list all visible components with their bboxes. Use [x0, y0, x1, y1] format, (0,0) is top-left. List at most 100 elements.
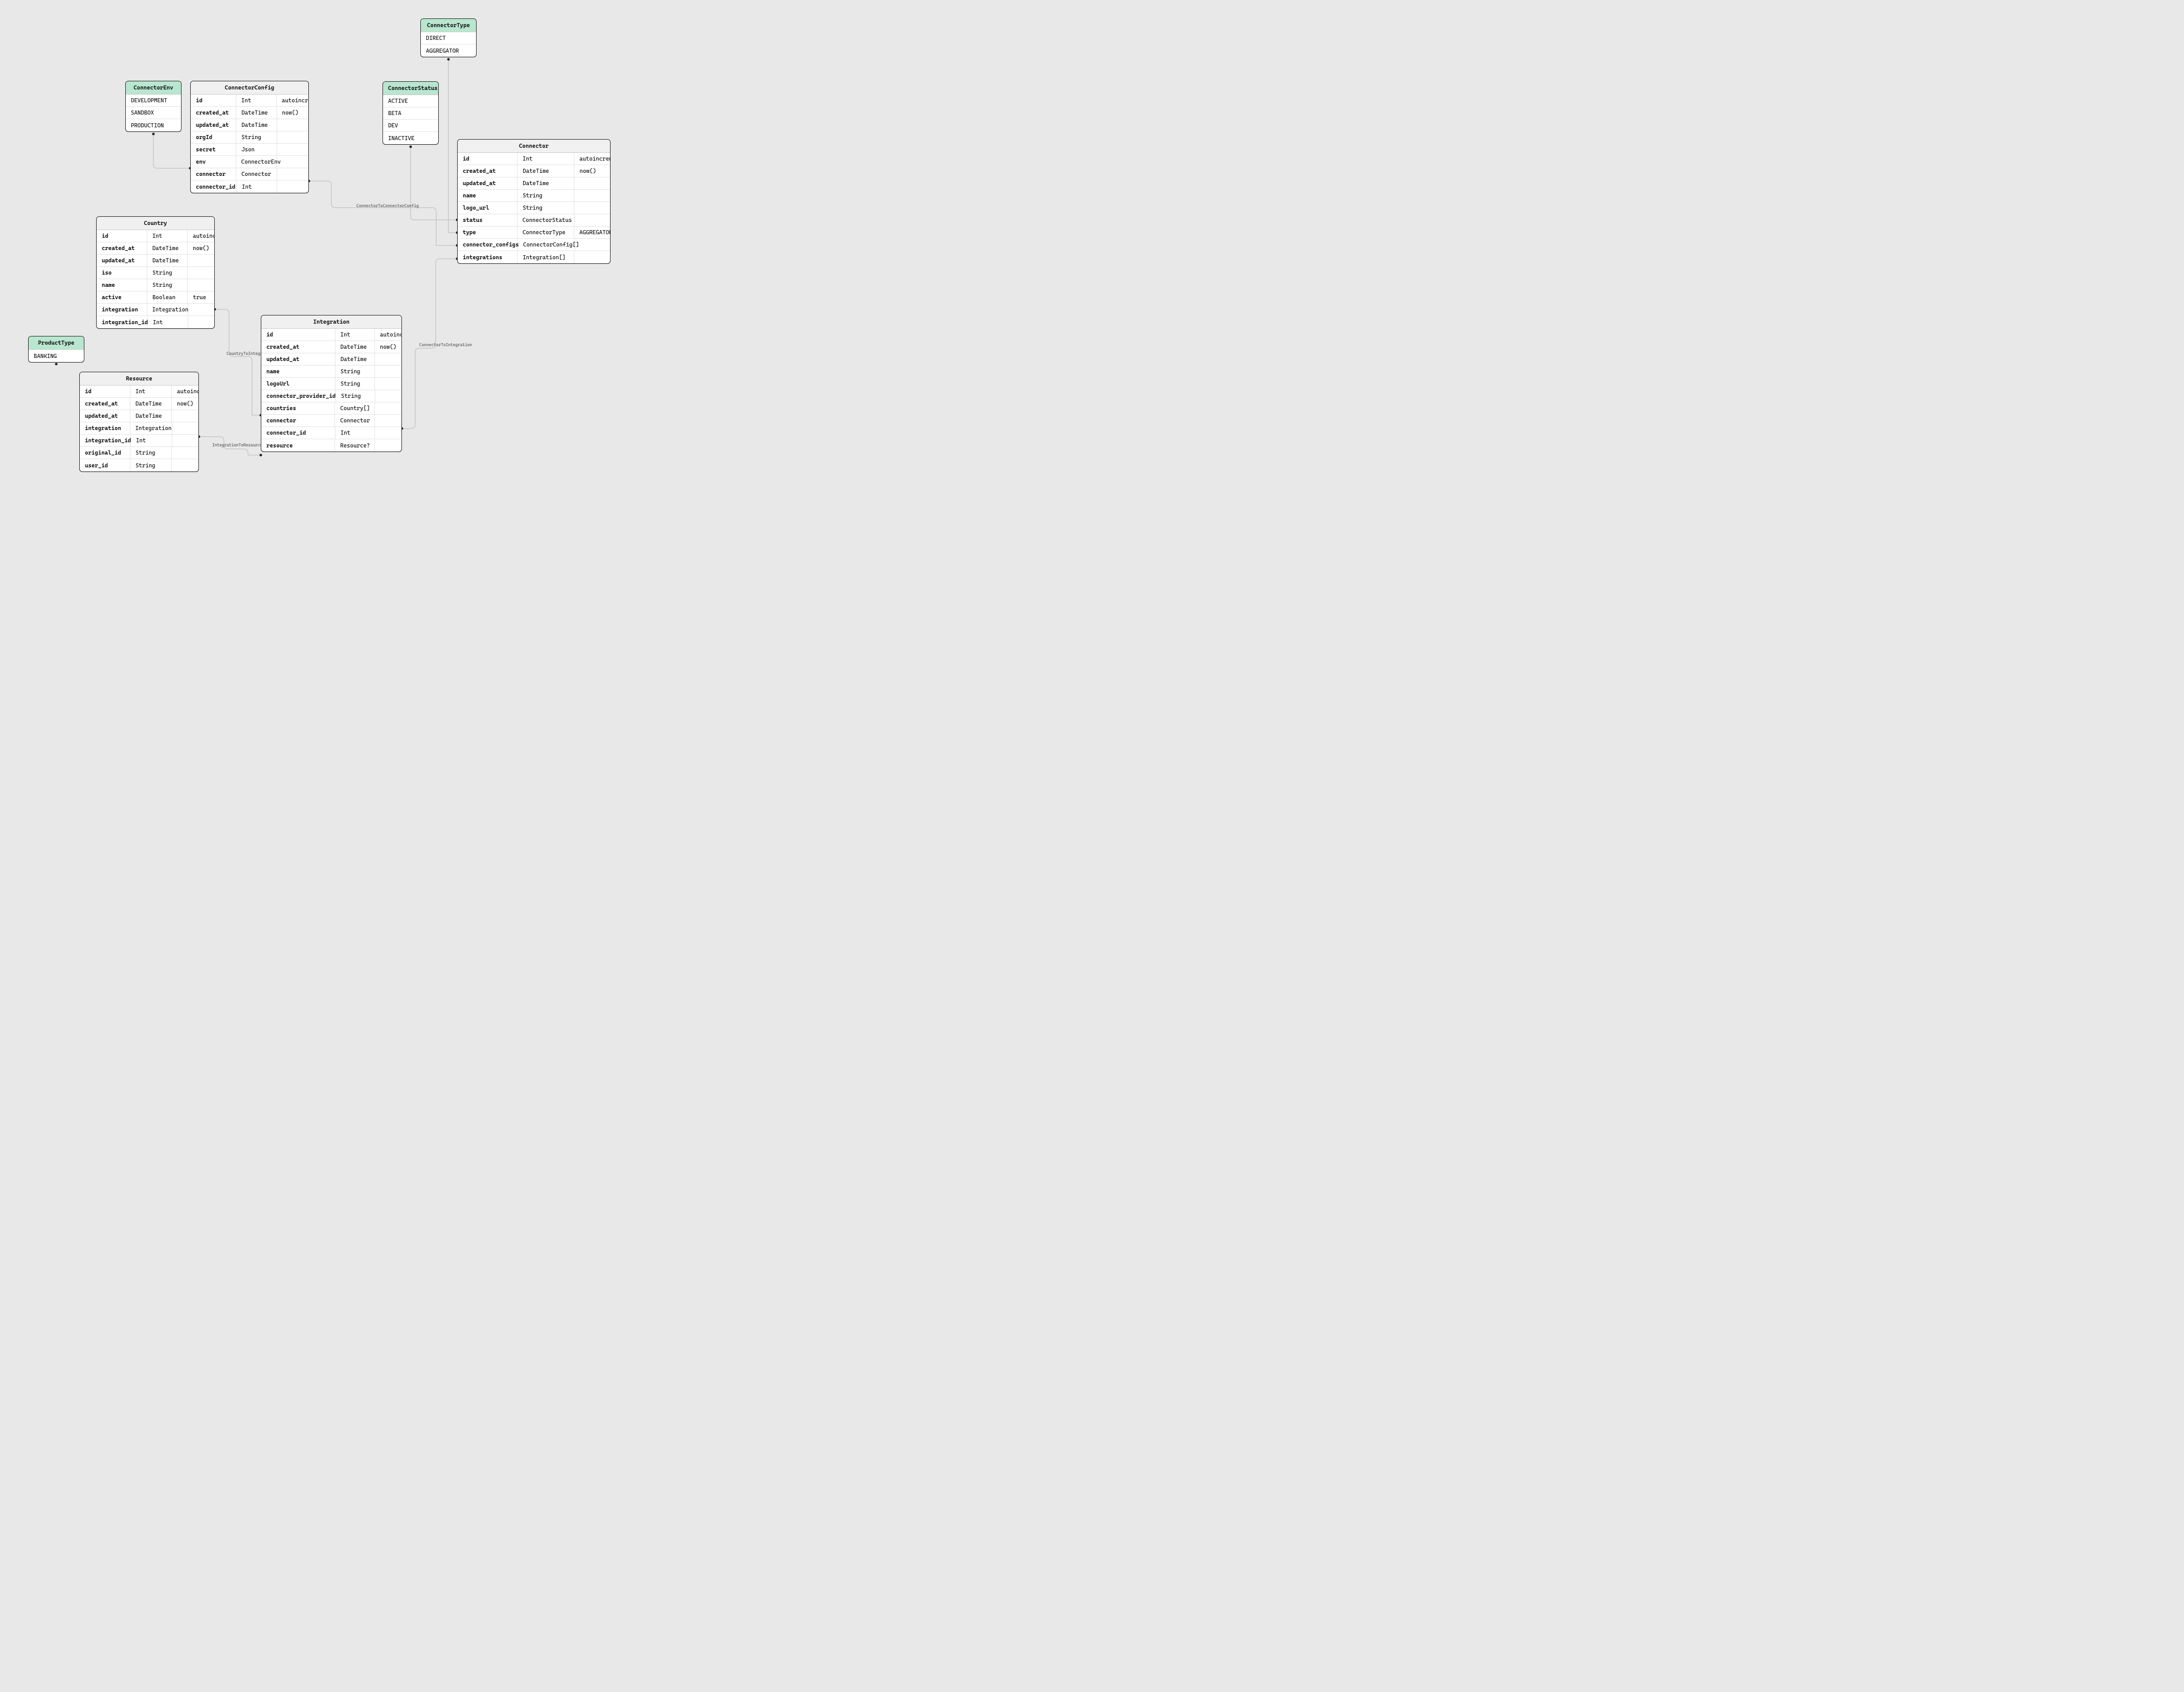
field-row: logo_urlString: [458, 202, 610, 214]
field-attr: [188, 270, 214, 276]
field-name: id: [97, 230, 147, 242]
field-attr: [574, 206, 610, 211]
enum-value-label: AGGREGATOR: [421, 45, 476, 57]
field-type: Connector: [335, 415, 375, 426]
field-row: secretJson: [191, 144, 308, 156]
enum-value-label: INACTIVE: [383, 132, 438, 144]
erd-canvas: ConnectorToConnectorConfig ConnectorToIn…: [0, 0, 623, 483]
field-type: String: [130, 447, 172, 459]
field-name: original_id: [80, 447, 130, 459]
field-attr: [277, 147, 309, 152]
entity-connectorconfig[interactable]: ConnectorConfigidIntautoincrement()creat…: [190, 81, 309, 193]
field-name: connector_id: [191, 181, 237, 193]
field-row: created_atDateTimenow(): [97, 242, 214, 255]
field-attr: [375, 357, 401, 362]
entity-connectorenv[interactable]: ConnectorEnvDEVELOPMENTSANDBOXPRODUCTION: [125, 81, 182, 132]
enum-value-label: BETA: [383, 107, 438, 119]
field-type: String: [130, 460, 172, 471]
field-row: connector_idInt: [191, 181, 308, 193]
field-row: idIntautoincrement(): [191, 95, 308, 107]
field-name: orgId: [191, 131, 236, 143]
field-type: DateTime: [335, 353, 375, 365]
field-attr: [277, 123, 309, 128]
field-row: integrationIntegration: [80, 422, 198, 435]
field-type: DateTime: [147, 255, 188, 266]
field-row: integration_idInt: [97, 316, 214, 328]
field-row: connectorConnector: [261, 415, 401, 427]
field-name: created_at: [458, 165, 517, 177]
entity-integration[interactable]: IntegrationidIntautoincrement()created_a…: [261, 315, 402, 452]
field-type: Int: [147, 230, 188, 242]
field-name: user_id: [80, 460, 130, 471]
field-row: idIntautoincrement(): [97, 230, 214, 242]
field-attr: [375, 443, 401, 448]
field-attr: now(): [277, 107, 309, 119]
field-row: orgIdString: [191, 131, 308, 144]
enum-value-label: DEV: [383, 120, 438, 131]
field-type: String: [517, 190, 574, 201]
field-attr: [575, 218, 610, 223]
field-name: updated_at: [191, 119, 236, 131]
field-name: connector_id: [261, 427, 335, 439]
field-name: connector_configs: [458, 239, 518, 251]
enum-value: DEV: [383, 120, 438, 132]
field-row: integrationIntegration: [97, 304, 214, 316]
enum-value: DIRECT: [421, 32, 476, 44]
entity-connectortype[interactable]: ConnectorTypeDIRECTAGGREGATOR: [420, 18, 477, 57]
field-name: created_at: [191, 107, 236, 119]
field-attr: autoincrement(): [172, 386, 198, 397]
rel-connector-integration: ConnectorToIntegration: [419, 343, 472, 347]
field-attr: [277, 160, 308, 165]
field-type: String: [517, 202, 574, 214]
field-name: integrations: [458, 252, 517, 263]
field-name: resource: [261, 440, 335, 452]
field-attr: [375, 418, 401, 423]
field-type: Integration: [147, 304, 188, 315]
field-row: countriesCountry[]: [261, 402, 401, 415]
field-row: created_atDateTimenow(): [261, 341, 401, 353]
field-name: connector: [191, 168, 236, 180]
field-type: DateTime: [147, 242, 188, 254]
field-type: ConnectorStatus: [517, 214, 575, 226]
entity-title: Country: [97, 217, 214, 230]
field-name: connector: [261, 415, 335, 426]
field-row: original_idString: [80, 447, 198, 459]
field-attr: [277, 184, 308, 189]
field-row: resourceResource?: [261, 439, 401, 452]
field-attr: now(): [375, 341, 401, 353]
field-attr: autoincrement(): [277, 95, 308, 106]
enum-value-label: ACTIVE: [383, 95, 438, 107]
field-row: connector_provider_idString: [261, 390, 401, 402]
field-type: Json: [236, 144, 277, 155]
field-type: Int: [237, 181, 277, 193]
entity-country[interactable]: CountryidIntautoincrement()created_atDat…: [96, 216, 215, 329]
enum-value: SANDBOX: [126, 107, 181, 119]
rel-connector-connectorconfig: ConnectorToConnectorConfig: [356, 204, 419, 208]
field-row: activeBooleantrue: [97, 291, 214, 304]
field-row: isoString: [97, 267, 214, 279]
entity-resource[interactable]: ResourceidIntautoincrement()created_atDa…: [79, 372, 199, 472]
field-name: id: [458, 153, 517, 165]
field-name: type: [458, 227, 517, 238]
field-name: id: [80, 386, 130, 397]
entity-producttype[interactable]: ProductTypeBANKING: [28, 336, 84, 363]
field-type: Boolean: [147, 291, 188, 303]
field-type: Connector: [236, 168, 277, 180]
field-row: connectorConnector: [191, 168, 308, 181]
field-attr: [375, 406, 401, 411]
field-name: logo_url: [458, 202, 517, 214]
entity-title: ProductType: [29, 336, 84, 350]
field-attr: [188, 283, 214, 288]
field-name: integration: [80, 422, 130, 434]
field-type: String: [236, 131, 277, 143]
field-type: DateTime: [236, 119, 277, 131]
field-type: Int: [335, 329, 375, 341]
field-name: logoUrl: [261, 378, 335, 390]
field-type: DateTime: [517, 165, 574, 177]
field-name: updated_at: [97, 255, 147, 266]
entity-connectorstatus[interactable]: ConnectorStatusACTIVEBETADEVINACTIVE: [382, 81, 439, 145]
field-name: integration: [97, 304, 147, 315]
entity-connector[interactable]: ConnectoridIntautoincrement()created_atD…: [457, 139, 611, 264]
field-name: connector_provider_id: [261, 390, 336, 402]
field-name: name: [261, 366, 335, 377]
